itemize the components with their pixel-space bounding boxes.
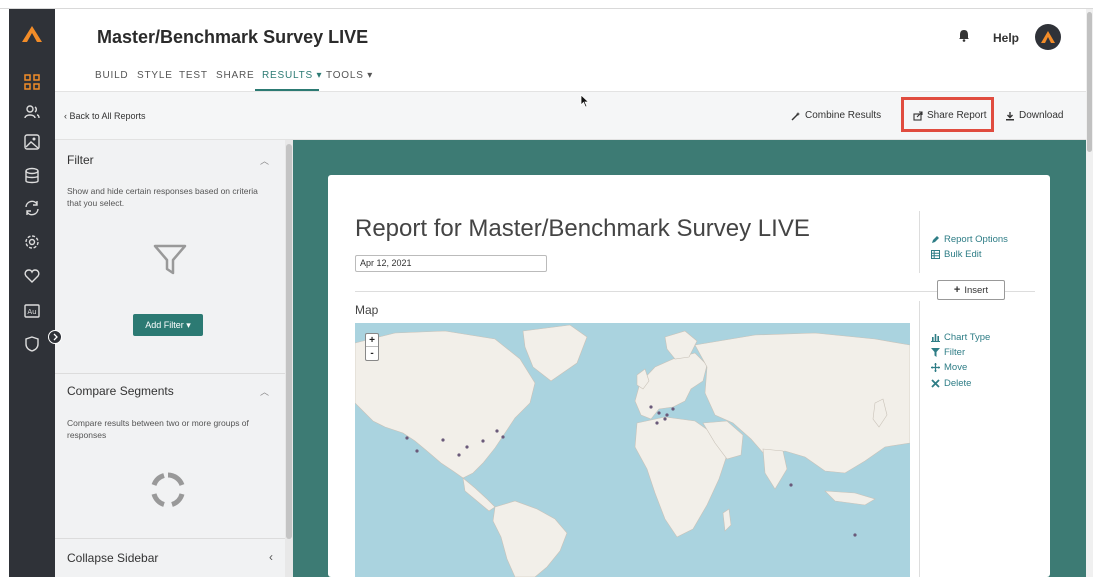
left-nav-rail: Au (9, 9, 55, 577)
delete-x-icon (931, 379, 940, 388)
insert-button[interactable]: + Insert (937, 280, 1005, 300)
tab-build[interactable]: BUILD (95, 70, 128, 81)
expand-rail-icon[interactable] (48, 330, 62, 344)
table-icon (931, 250, 940, 259)
zoom-in-button[interactable]: + (366, 334, 378, 347)
magic-wand-icon (791, 111, 800, 120)
report-options-link[interactable]: Report Options (931, 234, 1008, 245)
database-icon[interactable] (9, 161, 55, 191)
segments-ring-icon (150, 472, 186, 513)
app-window: Au Master/Benchmark Survey LIVE Help BUI… (0, 0, 1093, 577)
chart-type-link[interactable]: Chart Type (931, 332, 990, 343)
chart-type-label: Chart Type (944, 332, 991, 343)
report-card: Report for Master/Benchmark Survey LIVE … (328, 175, 1050, 577)
audit-icon[interactable]: Au (9, 296, 55, 326)
page-scroll-thumb[interactable] (1087, 12, 1092, 152)
report-sidebar: Filter ︿ Show and hide certain responses… (55, 140, 293, 577)
collapse-sidebar-bar[interactable]: Collapse Sidebar ‹ (55, 538, 285, 577)
active-tab-indicator (255, 89, 319, 91)
tab-style[interactable]: STYLE (137, 70, 173, 81)
settings-gear-icon[interactable] (9, 227, 55, 257)
map-land-shapes (355, 324, 910, 577)
combine-results-button[interactable]: Combine Results (791, 110, 881, 121)
chart-move-label: Move (944, 362, 968, 373)
map-section-title: Map (355, 303, 379, 317)
bar-chart-icon (931, 334, 940, 342)
chart-delete-link[interactable]: Delete (931, 378, 971, 389)
side-divider (919, 211, 920, 273)
users-icon[interactable] (9, 97, 55, 127)
chart-delete-label: Delete (944, 378, 972, 389)
avatar[interactable] (1035, 24, 1061, 50)
section-divider (355, 291, 1035, 292)
share-report-highlight (901, 97, 994, 132)
combine-results-label: Combine Results (805, 110, 882, 121)
report-options-label: Report Options (944, 234, 1008, 245)
app-header: Master/Benchmark Survey LIVE Help (55, 9, 1086, 62)
collapse-compare-chevron-up-icon[interactable]: ︿ (260, 385, 269, 398)
add-filter-button[interactable]: Add Filter ▾ (133, 314, 203, 336)
back-to-reports-link[interactable]: ‹ Back to All Reports (64, 111, 146, 121)
report-date-field[interactable]: Apr 12, 2021 (355, 255, 547, 272)
svg-text:Au: Au (27, 308, 36, 316)
funnel-icon (153, 243, 187, 280)
tab-results[interactable]: RESULTS ▾ (262, 70, 322, 81)
chart-filter-link[interactable]: Filter (931, 347, 965, 358)
dashboard-icon[interactable] (9, 67, 55, 97)
image-icon[interactable] (9, 127, 55, 157)
bulk-edit-link[interactable]: Bulk Edit (931, 249, 982, 260)
help-link[interactable]: Help (993, 31, 1019, 45)
filter-description: Show and hide certain responses based on… (67, 186, 258, 208)
world-map[interactable]: + - (355, 323, 910, 577)
page-title: Master/Benchmark Survey LIVE (97, 27, 369, 47)
collapse-sidebar-label: Collapse Sidebar (67, 551, 159, 565)
report-toolbar: ‹ Back to All Reports Combine Results Sh… (55, 92, 1086, 140)
brand-logo-icon[interactable] (9, 9, 55, 59)
pencil-icon (932, 236, 939, 243)
chart-filter-label: Filter (944, 347, 966, 358)
survey-tabs: BUILD STYLE TEST SHARE RESULTS ▾ TOOLS ▾ (55, 62, 1086, 92)
side-divider-lower (919, 301, 920, 577)
bulk-edit-label: Bulk Edit (944, 249, 982, 260)
top-edge (0, 0, 1093, 9)
filter-section-title: Filter (67, 153, 94, 167)
tab-tools[interactable]: TOOLS ▾ (326, 70, 373, 81)
report-title[interactable]: Report for Master/Benchmark Survey LIVE (355, 215, 810, 243)
chevron-left-icon: ‹ (269, 550, 273, 564)
heart-icon[interactable] (9, 261, 55, 291)
sidebar-scroll-thumb[interactable] (286, 144, 292, 539)
chart-move-link[interactable]: Move (931, 362, 967, 373)
tab-test[interactable]: TEST (179, 70, 208, 81)
move-arrows-icon (931, 363, 940, 372)
download-icon (1006, 111, 1014, 120)
download-label: Download (1019, 110, 1064, 121)
compare-segments-description: Compare results between two or more grou… (67, 418, 249, 440)
compare-segments-title: Compare Segments (67, 384, 174, 398)
mouse-pointer-icon (580, 94, 590, 113)
sidebar-divider (55, 373, 285, 374)
notifications-bell-icon[interactable] (958, 29, 970, 47)
insert-label: Insert (964, 284, 989, 296)
sync-icon[interactable] (9, 193, 55, 223)
zoom-out-button[interactable]: - (366, 347, 378, 360)
download-button[interactable]: Download (1005, 110, 1063, 121)
map-zoom-control: + - (365, 333, 379, 361)
tab-share[interactable]: SHARE (216, 70, 254, 81)
plus-icon: + (953, 284, 961, 296)
filter-icon (931, 348, 940, 357)
collapse-filter-chevron-up-icon[interactable]: ︿ (260, 154, 269, 167)
